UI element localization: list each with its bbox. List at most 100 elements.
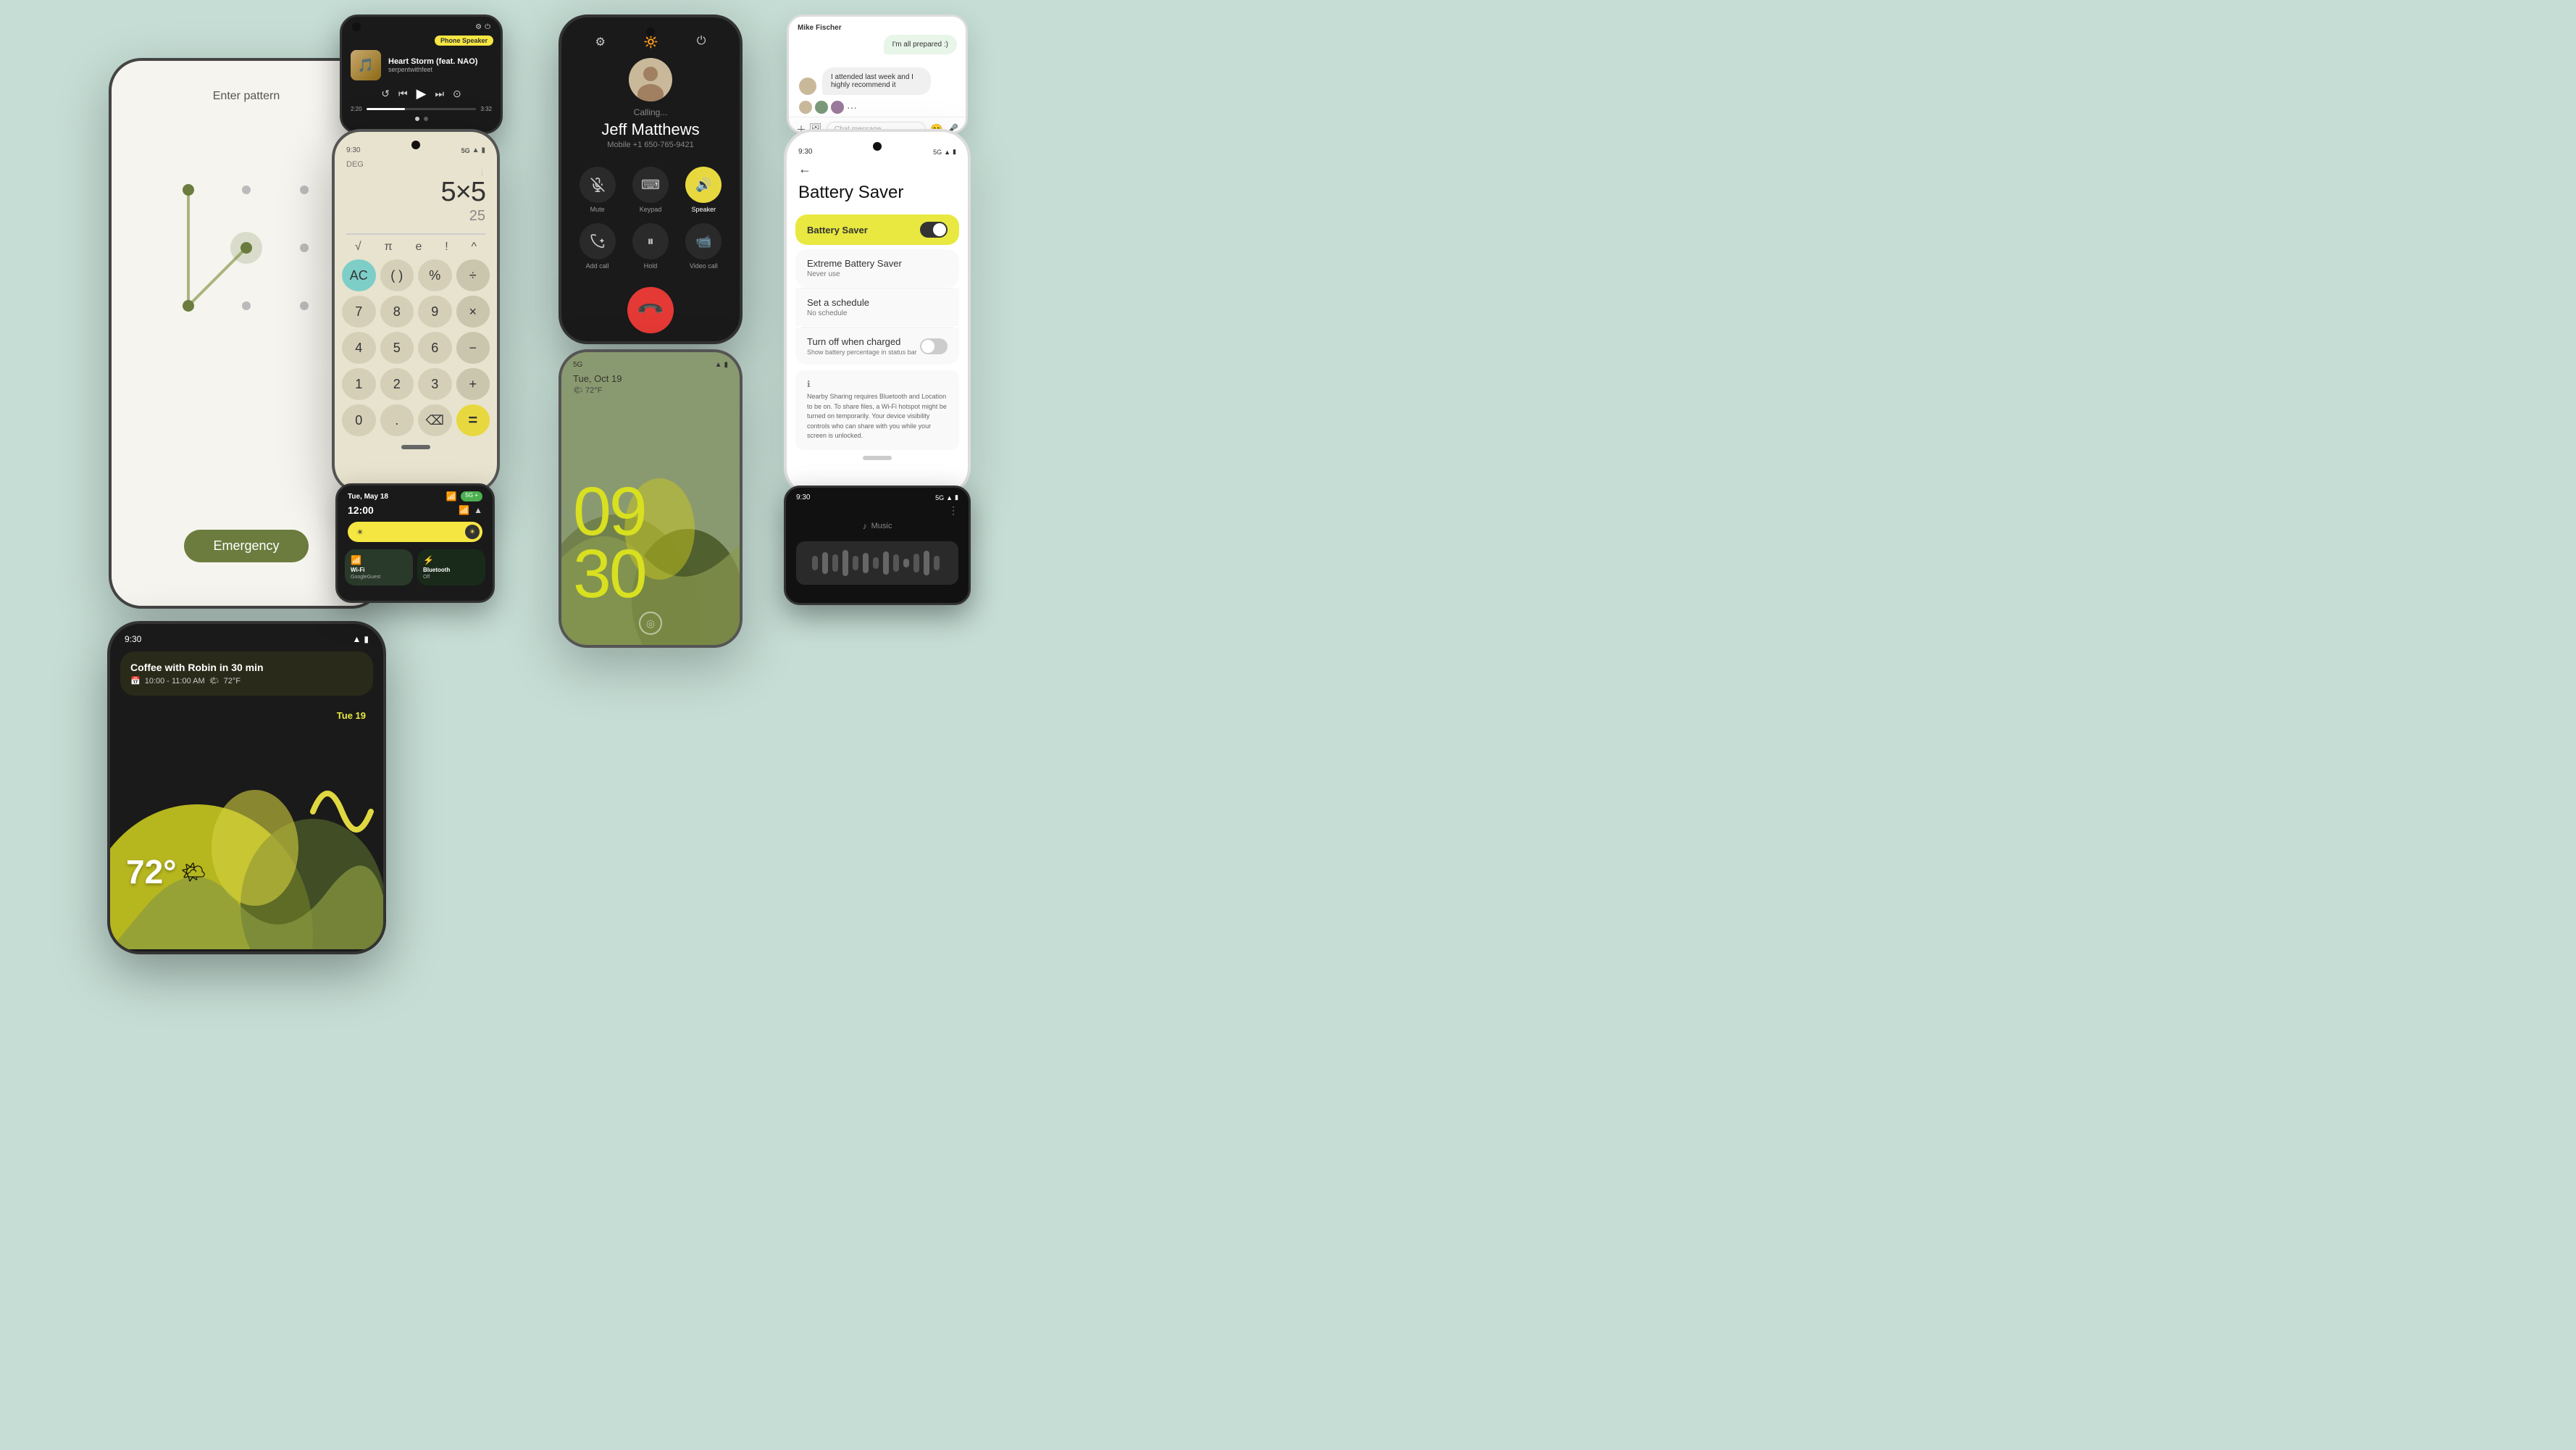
- event-weather: 72°F: [224, 677, 241, 686]
- my-message-bubble: I'm all prepared :): [884, 35, 958, 54]
- signal-5g: 5G: [933, 149, 942, 156]
- menu-dots[interactable]: ⋮: [948, 504, 958, 517]
- quick-time: 12:00: [348, 504, 374, 516]
- caller-info: Calling... Jeff Matthews Mobile +1 650-7…: [561, 52, 740, 155]
- call-actions: Mute ⌨ Keypad 🔊 Speaker Add call: [561, 155, 740, 275]
- calendar-icon: 📅: [130, 676, 141, 686]
- add-call-button[interactable]: [580, 223, 616, 259]
- event-title: Coffee with Robin in 30 min: [130, 662, 363, 673]
- paren-button[interactable]: ( ): [380, 259, 414, 291]
- phone-music-dark: 9:30 5G ▲ ▮ ⋮ ♪ Music: [784, 486, 971, 605]
- status-icons: 📶 5G +: [446, 491, 482, 501]
- seven-button[interactable]: 7: [342, 296, 376, 328]
- clock-weather: 🌤 72°F: [561, 384, 740, 396]
- five-button[interactable]: 5: [380, 332, 414, 364]
- back-button[interactable]: ←: [787, 156, 968, 177]
- more-dots: ···: [847, 101, 857, 113]
- enter-pattern-text: Enter pattern: [213, 90, 280, 103]
- cast-button[interactable]: ⊙: [453, 88, 461, 100]
- phone-quick-settings: Tue, May 18 📶 5G + 12:00 📶 ▲ ☀ ☀ 📶 Wi-Fi…: [335, 483, 495, 603]
- minus-button[interactable]: −: [456, 332, 490, 364]
- three-button[interactable]: 3: [418, 368, 452, 400]
- add-call-action[interactable]: Add call: [576, 223, 619, 270]
- divide-button[interactable]: ÷: [456, 259, 490, 291]
- six-button[interactable]: 6: [418, 332, 452, 364]
- battery-saver-row[interactable]: Battery Saver: [795, 214, 959, 245]
- play-button[interactable]: ▶: [417, 86, 427, 101]
- video-call-button[interactable]: 📹: [685, 223, 722, 259]
- pattern-grid[interactable]: [159, 161, 333, 335]
- calc-extras[interactable]: √ π e ! ^: [335, 238, 497, 257]
- pow-button[interactable]: ^: [472, 241, 477, 254]
- hold-action[interactable]: ⏸ Hold: [629, 223, 672, 270]
- keypad-button[interactable]: ⌨: [632, 167, 669, 203]
- pi-button[interactable]: π: [385, 241, 393, 254]
- extreme-battery-saver-row[interactable]: Extreme Battery Saver Never use: [795, 249, 959, 287]
- signal-5g: 5G: [573, 361, 582, 369]
- speaker-action[interactable]: 🔊 Speaker: [682, 167, 725, 213]
- hold-button[interactable]: ⏸: [632, 223, 669, 259]
- battery-icon: ▮: [364, 634, 369, 644]
- phone-battery-saver: 9:30 5G ▲ ▮ ← Battery Saver Battery Save…: [784, 129, 971, 496]
- mute-button[interactable]: [580, 167, 616, 203]
- nine-button[interactable]: 9: [418, 296, 452, 328]
- end-call-area[interactable]: 📞: [561, 287, 740, 333]
- percent-button[interactable]: %: [418, 259, 452, 291]
- signal-icon: ▲: [353, 634, 361, 644]
- progress-track[interactable]: [367, 108, 477, 110]
- end-call-button[interactable]: 📞: [618, 278, 684, 343]
- eight-button[interactable]: 8: [380, 296, 414, 328]
- speaker-button[interactable]: 🔊: [685, 167, 722, 203]
- status-time: 9:30: [125, 634, 141, 644]
- calc-separator: [346, 233, 485, 235]
- backspace-button[interactable]: ⌫: [418, 404, 452, 436]
- calculator-display: DEG ⋮ 5×5 25: [335, 154, 497, 230]
- playback-controls[interactable]: ↺ ⏮ ▶ ⏭ ⊙: [342, 83, 501, 104]
- brightness-slider[interactable]: ☀ ☀: [348, 522, 482, 542]
- caller-avatar: [629, 58, 672, 101]
- multiply-button[interactable]: ×: [456, 296, 490, 328]
- music-note-icon: ♪: [863, 521, 867, 531]
- participant-avatar-2: [815, 101, 828, 114]
- sun-emoji: 🌤: [181, 860, 207, 884]
- fact-button[interactable]: !: [445, 241, 448, 254]
- emergency-button[interactable]: Emergency: [184, 530, 308, 562]
- music-label: ♪ Music: [786, 518, 969, 534]
- four-button[interactable]: 4: [342, 332, 376, 364]
- schedule-row[interactable]: Set a schedule No schedule: [795, 288, 959, 326]
- plus-button[interactable]: +: [456, 368, 490, 400]
- keypad-action[interactable]: ⌨ Keypad: [629, 167, 672, 213]
- settings-icon[interactable]: ⚙: [475, 23, 482, 31]
- bluetooth-tile[interactable]: ⚡ Bluetooth Off: [417, 549, 485, 586]
- sqrt-button[interactable]: √: [355, 241, 361, 254]
- two-button[interactable]: 2: [380, 368, 414, 400]
- brightness-knob[interactable]: ☀: [465, 525, 480, 539]
- icon1: ⚙: [595, 35, 606, 49]
- zero-button[interactable]: 0: [342, 404, 376, 436]
- decimal-button[interactable]: .: [380, 404, 414, 436]
- e-button[interactable]: e: [415, 241, 422, 254]
- replay-button[interactable]: ↺: [381, 88, 390, 100]
- data-icon: ▲: [474, 505, 482, 515]
- next-button[interactable]: ⏭: [435, 88, 444, 100]
- mute-action[interactable]: Mute: [576, 167, 619, 213]
- icon2: 🔆: [644, 35, 658, 49]
- one-button[interactable]: 1: [342, 368, 376, 400]
- info-section: ℹ Nearby Sharing requires Bluetooth and …: [795, 370, 959, 450]
- turnoff-row[interactable]: Turn off when charged Show battery perce…: [795, 328, 959, 364]
- battery-saver-toggle[interactable]: [920, 222, 948, 238]
- camera-notch: [411, 141, 420, 149]
- toggle-circle: [921, 340, 934, 353]
- calc-mode: DEG: [346, 160, 485, 169]
- equals-button[interactable]: =: [456, 404, 490, 436]
- video-call-action[interactable]: 📹 Video call: [682, 223, 725, 270]
- time-row: 12:00 📶 ▲: [338, 503, 493, 517]
- caller-number: Mobile +1 650-765-9421: [607, 141, 694, 149]
- power-icon[interactable]: ⏻: [485, 23, 490, 31]
- wifi-tile[interactable]: 📶 Wi-Fi GoogleGuest: [345, 549, 413, 586]
- ac-button[interactable]: AC: [342, 259, 376, 291]
- prev-button[interactable]: ⏮: [398, 88, 408, 100]
- calc-grid[interactable]: AC ( ) % ÷ 7 8 9 × 4 5 6 − 1 2 3 + 0 . ⌫…: [335, 257, 497, 442]
- turnoff-toggle[interactable]: [920, 338, 948, 354]
- fingerprint-icon[interactable]: ◎: [639, 612, 662, 635]
